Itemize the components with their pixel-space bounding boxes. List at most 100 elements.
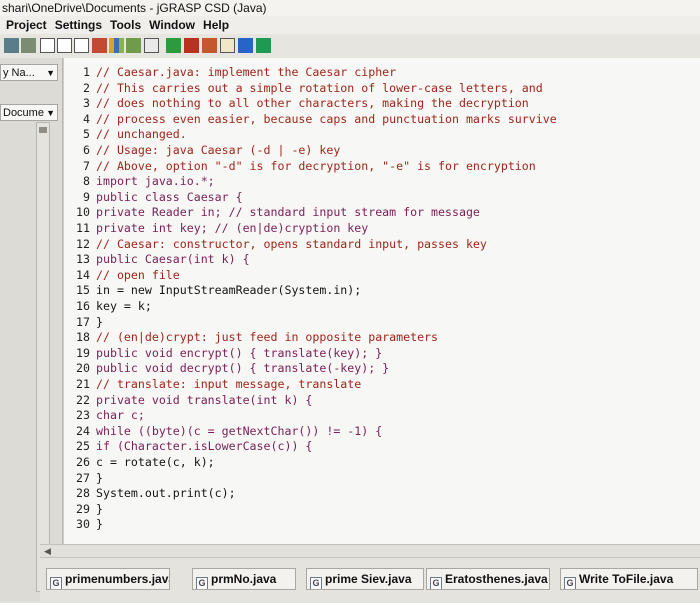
code-line[interactable]: 13 public Caesar(int k) { (68, 252, 250, 267)
compile-icon[interactable] (92, 38, 107, 53)
code-text: } (96, 517, 103, 532)
java-file-icon: G (310, 577, 322, 589)
code-line[interactable]: 23 char c; (68, 408, 145, 423)
code-line[interactable]: 7 // Above, option "-d" is for decryption… (68, 159, 536, 174)
code-line[interactable]: 19 public void encrypt() { translate(key)… (68, 346, 382, 361)
code-text: c = rotate(c, k); (96, 455, 215, 469)
line-number: 6 (83, 143, 90, 157)
tab-prmno[interactable]: GprmNo.java (192, 568, 296, 590)
browse-pane: y Na... ▼ Docume ▼ (0, 58, 63, 602)
file-tab-bar: Gprimenumbers.java GprmNo.java Gprime Si… (40, 557, 700, 603)
code-text: import java.io.*; (96, 174, 215, 189)
folder-combo-value: y Na... (3, 67, 35, 79)
code-line[interactable]: 18 // (en|de)crypt: just feed in opposite… (68, 330, 438, 345)
open-file-icon[interactable] (57, 38, 72, 53)
code-line[interactable]: 16 key = k; (68, 299, 152, 314)
code-line[interactable]: 11 private int key; // (en|de)cryption ke… (68, 221, 368, 236)
java-file-icon: G (50, 577, 62, 589)
interactions-icon[interactable] (238, 38, 253, 53)
code-line[interactable]: 9 public class Caesar { (68, 190, 243, 205)
code-line[interactable]: 10 private Reader in; // standard input s… (68, 205, 480, 220)
code-text: // Usage: java Caesar (-d | -e) key (96, 143, 341, 157)
tab-label: Eratosthenes.java (445, 572, 548, 586)
line-number: 12 (76, 236, 90, 251)
code-line[interactable]: 1 // Caesar.java: implement the Caesar ci… (68, 65, 396, 80)
window-title: shari\OneDrive\Documents - jGRASP CSD (J… (2, 1, 267, 15)
run-icon[interactable] (166, 38, 181, 53)
code-editor[interactable]: 1 // Caesar.java: implement the Caesar ci… (63, 58, 700, 552)
menu-project[interactable]: Project (0, 16, 51, 34)
code-line[interactable]: 21 // translate: input message, translate (68, 377, 361, 392)
line-number: 27 (76, 470, 90, 485)
menu-window[interactable]: Window (145, 16, 199, 34)
code-text: public class Caesar { (96, 189, 243, 204)
code-text: public void encrypt() { translate(key); … (96, 345, 383, 360)
code-line[interactable]: 26 c = rotate(c, k); (68, 455, 215, 470)
menu-help[interactable]: Help (199, 16, 233, 34)
tab-label: primenumbers.java (65, 572, 170, 586)
code-line[interactable]: 17} (68, 315, 103, 330)
uml-icon[interactable] (126, 38, 141, 53)
horizontal-scrollbar[interactable]: ◀ (40, 544, 700, 558)
folder-combo[interactable]: y Na... ▼ (0, 64, 58, 81)
line-number: 23 (76, 408, 90, 423)
line-number: 16 (76, 299, 90, 313)
code-text: // This carries out a simple rotation of… (96, 80, 543, 95)
code-line[interactable]: 2 // This carries out a simple rotation o… (68, 81, 543, 96)
code-line[interactable]: 6 // Usage: java Caesar (-d | -e) key (68, 143, 340, 158)
code-line[interactable]: 24 while ((byte)(c = getNextChar()) != -1… (68, 424, 382, 439)
tab-writetofile[interactable]: G Write ToFile.java (560, 568, 698, 590)
code-line[interactable]: 22 private void translate(int k) { (68, 393, 312, 408)
chevron-down-icon: ▼ (46, 108, 55, 118)
code-text: private int key; // (en|de)cryption key (96, 221, 369, 235)
filter-combo[interactable]: Docume ▼ (0, 104, 58, 121)
chevron-down-icon: ▼ (46, 68, 55, 78)
save-file-icon[interactable] (74, 38, 89, 53)
code-line[interactable]: 29} (68, 502, 103, 517)
code-line[interactable]: 14 // open file (68, 268, 180, 283)
line-number: 4 (83, 111, 90, 126)
code-line[interactable]: 8 import java.io.*; (68, 174, 215, 189)
code-text: } (96, 314, 103, 329)
scroll-up-icon[interactable] (39, 127, 47, 133)
java-file-icon: G (430, 577, 442, 589)
back-icon[interactable] (21, 38, 36, 53)
code-line[interactable]: 4 // process even easier, because caps an… (68, 112, 557, 127)
window-title-bar: shari\OneDrive\Documents - jGRASP CSD (J… (0, 0, 700, 16)
code-text: private void translate(int k) { (96, 392, 313, 407)
tab-primesiev[interactable]: Gprime Siev.java (306, 568, 424, 590)
tab-primenumbers[interactable]: Gprimenumbers.java (46, 568, 170, 590)
code-line[interactable]: 15 in = new InputStreamReader(System.in); (68, 283, 361, 298)
code-line[interactable]: 5 // unchanged. (68, 127, 187, 142)
chart-icon[interactable] (109, 38, 124, 53)
menu-settings[interactable]: Settings (51, 16, 106, 34)
line-number: 17 (76, 314, 90, 329)
line-number: 8 (83, 174, 90, 189)
code-line[interactable]: 20 public void decrypt() { translate(-key… (68, 361, 389, 376)
stop-icon[interactable] (220, 38, 235, 53)
code-line[interactable]: 3 // does nothing to all other characters… (68, 96, 529, 111)
browse-icon[interactable] (4, 38, 19, 53)
java-file-icon: G (196, 577, 208, 589)
code-line[interactable]: 25 if (Character.isLowerCase(c)) { (68, 439, 312, 454)
line-number: 18 (76, 330, 90, 345)
code-line[interactable]: 28 System.out.print(c); (68, 486, 236, 501)
code-line[interactable]: 30} (68, 517, 103, 532)
debug-icon[interactable] (184, 38, 199, 53)
code-line[interactable]: 27} (68, 471, 103, 486)
line-number: 24 (76, 423, 90, 438)
line-number: 22 (76, 392, 90, 407)
file-list-scrollbar[interactable] (36, 122, 50, 592)
line-number: 9 (83, 189, 90, 204)
code-text: // open file (96, 267, 180, 282)
tab-eratosthenes[interactable]: G Eratosthenes.java (426, 568, 550, 590)
code-text: private Reader in; // standard input str… (96, 205, 480, 220)
bug-icon[interactable] (202, 38, 217, 53)
line-number: 5 (83, 127, 90, 142)
code-line[interactable]: 12 // Caesar: constructor, opens standard… (68, 237, 487, 252)
code-text: // Caesar: constructor, opens standard i… (96, 236, 487, 251)
menu-tools[interactable]: Tools (106, 16, 145, 34)
workbench-icon[interactable] (256, 38, 271, 53)
project-icon[interactable] (144, 38, 159, 53)
new-file-icon[interactable] (40, 38, 55, 53)
